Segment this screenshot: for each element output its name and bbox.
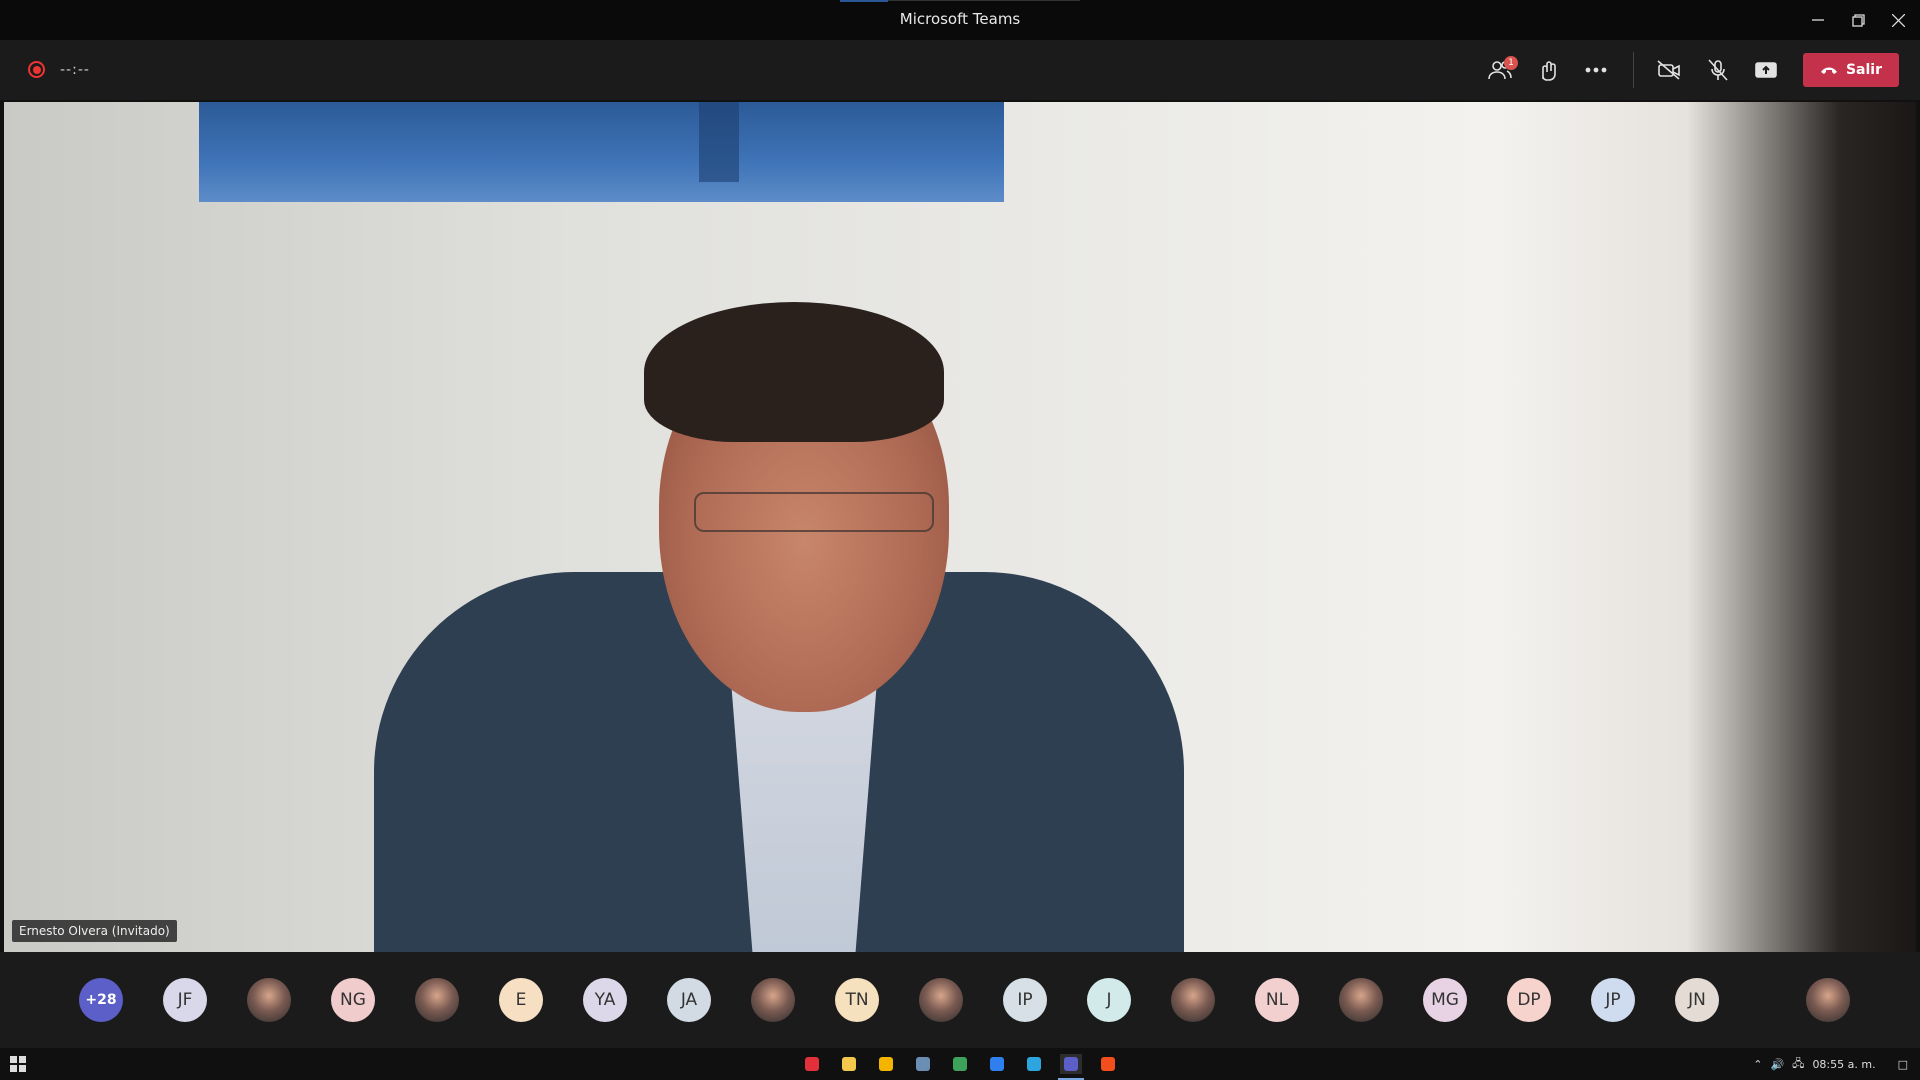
photos-icon[interactable]: [986, 1054, 1008, 1074]
raise-hand-icon: [1542, 61, 1556, 81]
participant-avatar[interactable]: [415, 978, 459, 1022]
microphone-toggle-button[interactable]: [1700, 52, 1736, 88]
participant-avatar[interactable]: JP: [1591, 978, 1635, 1022]
title-accent: [840, 0, 888, 2]
participant-avatar[interactable]: J: [1087, 978, 1131, 1022]
participant-avatar[interactable]: IP: [1003, 978, 1047, 1022]
participant-avatar[interactable]: [751, 978, 795, 1022]
minimize-button[interactable]: [1798, 0, 1838, 40]
video-person-glasses: [694, 492, 934, 532]
title-accent-line: [888, 0, 1080, 1]
more-icon: [1585, 67, 1607, 73]
participant-avatar[interactable]: TN: [835, 978, 879, 1022]
chrome-icon[interactable]: [875, 1054, 897, 1074]
network-status-icon[interactable]: 🖧: [1792, 1055, 1804, 1074]
participant-avatar[interactable]: YA: [583, 978, 627, 1022]
participant-tray: +28 JF NG E YA JA TN IP J NL MG DP JP JN: [0, 952, 1920, 1048]
restore-icon: [1851, 13, 1865, 27]
participant-avatar[interactable]: JN: [1675, 978, 1719, 1022]
camera-toggle-button[interactable]: [1651, 52, 1687, 88]
participant-avatar[interactable]: MG: [1423, 978, 1467, 1022]
telegram-icon[interactable]: [1023, 1054, 1045, 1074]
participant-avatar[interactable]: [1339, 978, 1383, 1022]
opera-icon-glyph: [805, 1057, 819, 1071]
file-explorer-icon-glyph: [842, 1057, 856, 1071]
speaker-name-tag: Ernesto Olvera (Invitado): [12, 920, 177, 942]
chevron-up-icon[interactable]: ⌃: [1753, 1058, 1762, 1071]
system-tray: ⌃ 🔊 🖧 08:55 a. m. □: [1753, 1048, 1920, 1080]
meeting-timer: --:--: [60, 62, 90, 78]
steam-icon-glyph: [953, 1057, 967, 1071]
mic-off-icon: [1708, 59, 1728, 81]
steam-icon[interactable]: [949, 1054, 971, 1074]
start-button[interactable]: [10, 1056, 26, 1072]
network-icon[interactable]: [912, 1054, 934, 1074]
opera-icon[interactable]: [801, 1054, 823, 1074]
participant-avatar[interactable]: [247, 978, 291, 1022]
clock[interactable]: 08:55 a. m.: [1812, 1058, 1875, 1071]
more-participants-button[interactable]: +28: [79, 978, 123, 1022]
close-icon: [1891, 13, 1905, 27]
share-screen-icon: [1755, 62, 1777, 78]
leave-label: Salir: [1845, 62, 1883, 78]
recording-icon: [28, 61, 45, 78]
participant-avatar[interactable]: DP: [1507, 978, 1551, 1022]
main-video: Ernesto Olvera (Invitado): [4, 102, 1916, 952]
close-button[interactable]: [1878, 0, 1918, 40]
participant-avatar[interactable]: [1171, 978, 1215, 1022]
app-title: Microsoft Teams: [899, 10, 1021, 28]
teams-icon[interactable]: [1058, 1054, 1084, 1080]
reactions-button[interactable]: [1530, 52, 1566, 88]
leave-button[interactable]: Salir: [1803, 53, 1899, 87]
photos-icon-glyph: [990, 1057, 1004, 1071]
toolbar-divider: [1633, 52, 1634, 88]
participants-badge: 1: [1504, 56, 1518, 70]
participants-button[interactable]: 1: [1482, 52, 1518, 88]
figma-icon[interactable]: [1097, 1054, 1119, 1074]
participant-avatar[interactable]: [919, 978, 963, 1022]
file-explorer-icon[interactable]: [838, 1054, 860, 1074]
notifications-icon[interactable]: □: [1898, 1058, 1908, 1071]
share-screen-button[interactable]: [1748, 52, 1784, 88]
windows-taskbar: ⌃ 🔊 🖧 08:55 a. m. □: [0, 1048, 1920, 1080]
volume-icon[interactable]: 🔊: [1770, 1058, 1784, 1071]
hang-up-icon: [1820, 67, 1837, 74]
figma-icon-glyph: [1101, 1057, 1115, 1071]
camera-off-icon: [1657, 60, 1680, 80]
restore-button[interactable]: [1838, 0, 1878, 40]
meeting-toolbar: --:-- 1 Salir: [0, 40, 1920, 100]
minimize-icon: [1812, 19, 1824, 21]
video-person-hair: [644, 302, 944, 442]
telegram-icon-glyph: [1027, 1057, 1041, 1071]
more-actions-button[interactable]: [1578, 52, 1614, 88]
participant-avatar[interactable]: E: [499, 978, 543, 1022]
network-icon-glyph: [916, 1057, 930, 1071]
participant-avatar[interactable]: JA: [667, 978, 711, 1022]
video-wall-painting: [199, 102, 1004, 202]
participant-avatar[interactable]: JF: [163, 978, 207, 1022]
teams-icon-glyph: [1064, 1057, 1078, 1071]
self-view-avatar[interactable]: [1806, 978, 1850, 1022]
chrome-icon-glyph: [879, 1057, 893, 1071]
participant-avatar[interactable]: NL: [1255, 978, 1299, 1022]
title-bar: Microsoft Teams: [0, 0, 1920, 40]
participant-avatar[interactable]: NG: [331, 978, 375, 1022]
